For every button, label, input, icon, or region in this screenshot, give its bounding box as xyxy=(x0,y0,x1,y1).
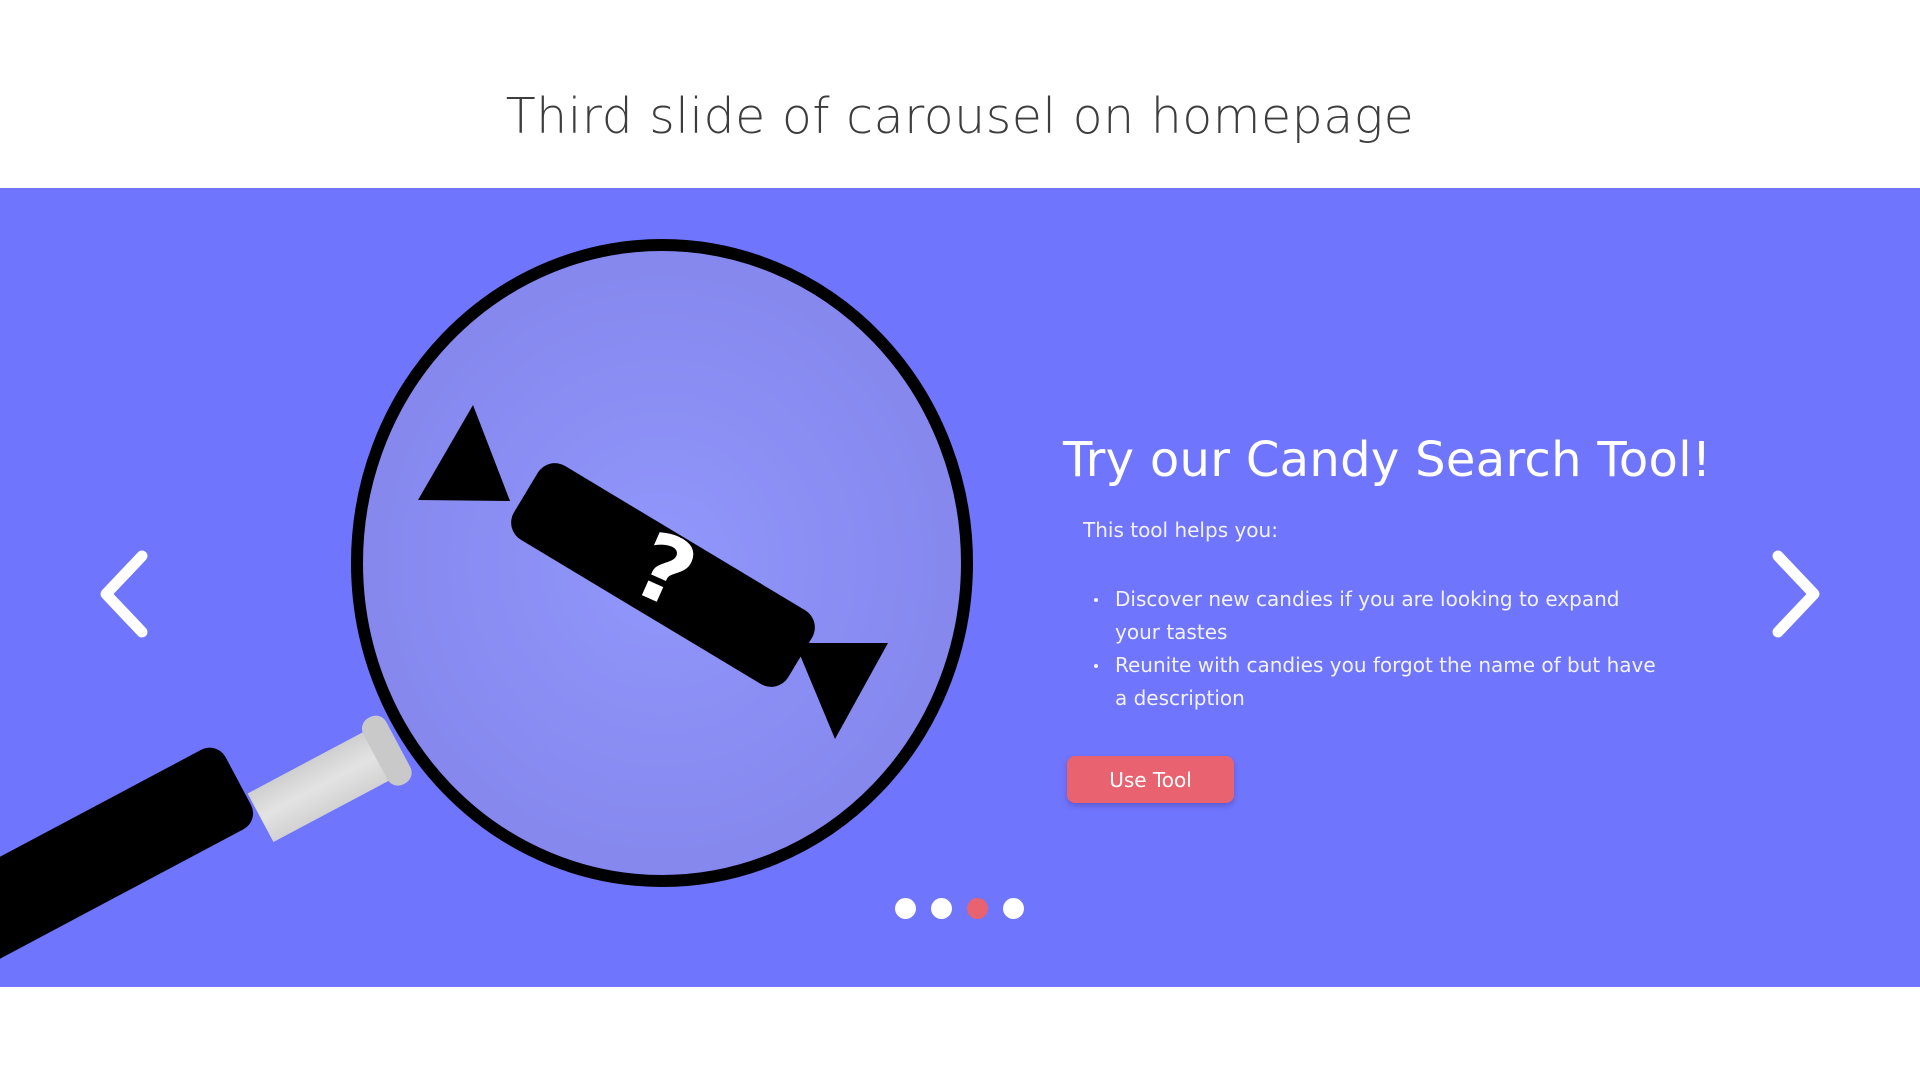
benefit-text: Discover new candies if you are looking … xyxy=(1115,587,1620,644)
slide-title: Try our Candy Search Tool! xyxy=(1063,432,1712,488)
homepage-carousel: ? Try our Candy Search Tool! This tool h… xyxy=(0,188,1920,987)
benefit-text: Reunite with candies you forgot the name… xyxy=(1115,653,1656,710)
carousel-next-button[interactable] xyxy=(1760,544,1830,644)
benefit-list: Discover new candies if you are looking … xyxy=(1083,583,1663,715)
chevron-left-icon xyxy=(100,550,148,638)
slide-intro: This tool helps you: xyxy=(1083,518,1278,542)
carousel-pagination xyxy=(895,898,1024,920)
carousel-dot[interactable] xyxy=(931,898,952,919)
list-item: Reunite with candies you forgot the name… xyxy=(1083,649,1663,715)
page-title: Third slide of carousel on homepage xyxy=(505,88,1415,145)
chevron-right-icon xyxy=(1772,550,1820,638)
bullet-icon xyxy=(1094,598,1098,602)
carousel-prev-button[interactable] xyxy=(90,544,160,644)
bullet-icon xyxy=(1094,664,1098,668)
carousel-dot[interactable] xyxy=(895,898,916,919)
carousel-dot-active[interactable] xyxy=(967,898,988,919)
use-tool-button[interactable]: Use Tool xyxy=(1067,756,1234,803)
list-item: Discover new candies if you are looking … xyxy=(1083,583,1663,649)
carousel-dot[interactable] xyxy=(1003,898,1024,919)
